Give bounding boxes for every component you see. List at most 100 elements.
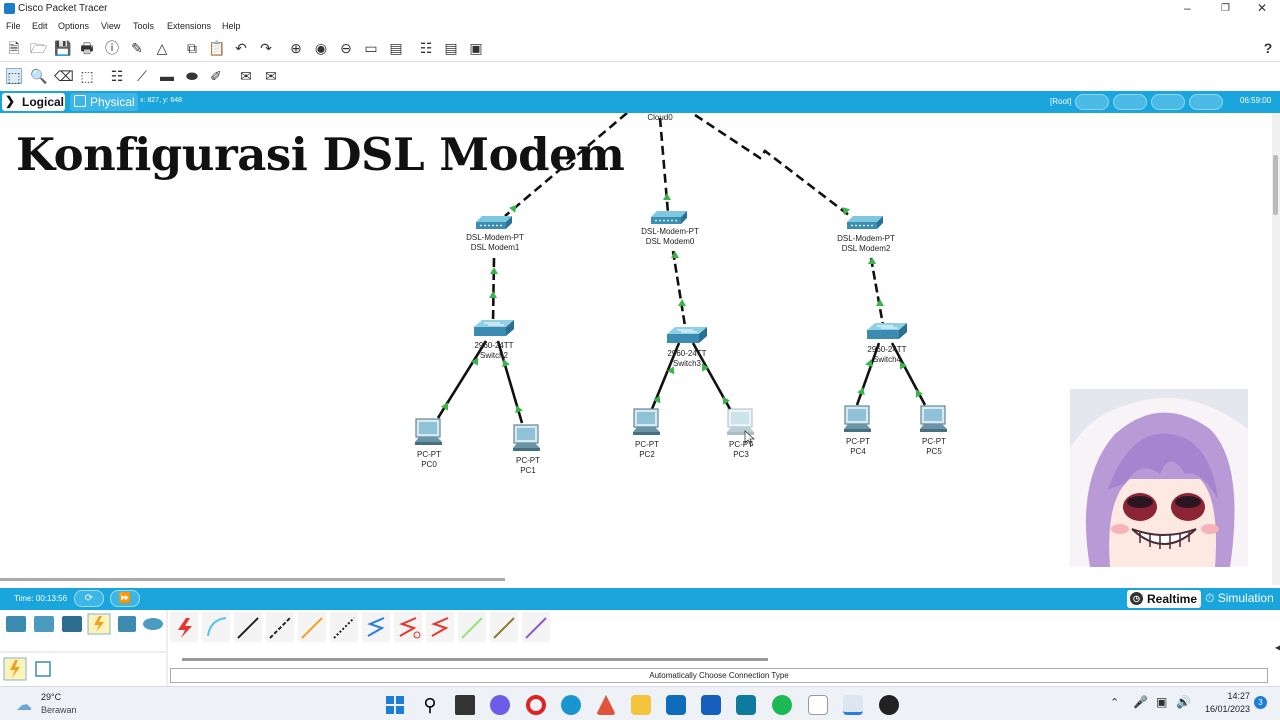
console-cable-icon[interactable] <box>202 612 230 642</box>
dsl-modem1-icon[interactable] <box>476 216 512 229</box>
copy-icon[interactable]: ⧉ <box>184 40 200 56</box>
menu-help[interactable]: Help <box>222 21 241 31</box>
edge-icon[interactable] <box>561 695 581 715</box>
open-folder-icon[interactable]: 🗁 <box>30 40 47 56</box>
grid-view-icon[interactable] <box>35 661 51 677</box>
draw-line-icon[interactable]: ⟋ <box>134 68 150 84</box>
link-modem0-switch3[interactable] <box>671 250 687 327</box>
simple-pdu-icon[interactable]: ✉ <box>238 68 254 84</box>
pc1-icon[interactable] <box>512 424 541 452</box>
undo-icon[interactable]: ↶ <box>233 40 249 56</box>
simulation-mode-button[interactable]: ⏱ Simulation <box>1205 591 1274 606</box>
taskbar-time[interactable]: 14:27 <box>1200 691 1250 701</box>
chat-icon[interactable] <box>490 695 510 715</box>
store-icon[interactable] <box>736 695 756 715</box>
router-icon[interactable]: ▤ <box>443 40 459 56</box>
cluster-icon[interactable] <box>1113 94 1147 110</box>
network-info-icon[interactable]: △ <box>154 40 170 56</box>
power-cycle-icon[interactable]: ⟳ <box>74 590 104 607</box>
network-devices-icon[interactable] <box>6 616 26 632</box>
horizontal-scroll-thumb[interactable] <box>0 578 505 581</box>
notification-icon[interactable]: 3 <box>1254 696 1267 709</box>
draw-rect-icon[interactable]: ▬ <box>159 68 175 84</box>
task-view-icon[interactable] <box>455 695 475 715</box>
tab-physical[interactable]: Physical <box>70 93 138 111</box>
inspect-icon[interactable]: 🔍 <box>30 68 47 84</box>
resize-icon[interactable]: ⬚ <box>79 68 95 84</box>
word-icon[interactable] <box>701 695 721 715</box>
spotify-icon[interactable] <box>772 695 792 715</box>
panel-arrow-icon[interactable]: ◀ <box>1275 643 1280 652</box>
tab-logical[interactable]: ❯ Logical <box>2 93 65 111</box>
end-devices-icon[interactable] <box>34 616 54 632</box>
dsl-modem2-icon[interactable] <box>847 216 883 229</box>
app-triangle-icon[interactable] <box>596 695 616 715</box>
picture-icon[interactable]: ▣ <box>468 40 484 56</box>
document-icon[interactable] <box>808 695 828 715</box>
file-explorer-icon[interactable] <box>631 695 651 715</box>
menu-file[interactable]: File <box>6 21 21 31</box>
menu-view[interactable]: View <box>101 21 120 31</box>
pc5-icon[interactable] <box>919 405 948 433</box>
pc2-icon[interactable] <box>632 408 661 436</box>
custom-device-icon[interactable]: ▤ <box>388 40 404 56</box>
redo-icon[interactable]: ↷ <box>258 40 274 56</box>
print-icon[interactable]: 🖶 <box>79 40 95 56</box>
zoom-reset-icon[interactable]: ◉ <box>313 40 329 56</box>
switch4-icon[interactable] <box>866 322 908 340</box>
paste-icon[interactable]: 📋 <box>208 40 225 56</box>
background-image-icon[interactable] <box>1189 94 1223 110</box>
pc4-icon[interactable] <box>843 405 872 433</box>
weather-cloud-icon[interactable]: ☁ <box>16 695 32 715</box>
mail-icon[interactable] <box>666 695 686 715</box>
new-file-icon[interactable]: 🗎 <box>6 40 22 56</box>
network-icon[interactable]: ▣ <box>1156 695 1167 709</box>
opera-icon[interactable] <box>526 695 546 715</box>
search-icon[interactable]: ⚲ <box>420 695 440 715</box>
realtime-mode-button[interactable]: ◷ Realtime <box>1127 590 1201 608</box>
place-note-icon[interactable]: ☷ <box>109 68 125 84</box>
link-cloud-modem2[interactable] <box>694 113 851 218</box>
pc3-icon[interactable] <box>726 408 755 436</box>
root-label[interactable]: [Root] <box>1050 97 1071 106</box>
menu-options[interactable]: Options <box>58 21 89 31</box>
wizard-icon[interactable]: ✎ <box>129 40 145 56</box>
components-icon[interactable] <box>62 616 82 632</box>
close-icon[interactable]: ✕ <box>1257 1 1267 15</box>
freeform-icon[interactable]: ✐ <box>208 68 224 84</box>
dsl-modem0-icon[interactable] <box>651 211 687 224</box>
taskbar-date[interactable]: 16/01/2023 <box>1196 704 1250 714</box>
delete-icon[interactable]: ⌫ <box>54 68 74 84</box>
menu-extensions[interactable]: Extensions <box>167 21 211 31</box>
menu-edit[interactable]: Edit <box>32 21 48 31</box>
pc0-icon[interactable] <box>414 418 443 446</box>
packet-tracer-taskbar-icon[interactable] <box>843 695 863 715</box>
switch3-icon[interactable] <box>666 326 708 344</box>
misc-icon[interactable] <box>118 616 136 632</box>
tray-chevron-icon[interactable]: ⌃ <box>1110 696 1119 709</box>
complex-pdu-icon[interactable]: ✉ <box>263 68 279 84</box>
save-icon[interactable]: 💾 <box>54 40 71 56</box>
weather-desc[interactable]: Berawan <box>41 705 77 715</box>
minimize-icon[interactable]: – <box>1184 1 1191 15</box>
back-button[interactable] <box>1075 94 1109 110</box>
fast-forward-icon[interactable]: ⏩ <box>110 590 140 607</box>
multiuser-icon[interactable] <box>143 618 163 630</box>
weather-temp[interactable]: 29°C <box>41 692 61 702</box>
info-icon[interactable]: ⓘ <box>104 40 120 56</box>
zoom-out-icon[interactable]: ⊖ <box>338 40 354 56</box>
select-icon[interactable]: ⬚ <box>6 68 22 85</box>
vertical-scroll-thumb[interactable] <box>1273 155 1278 215</box>
link-modem2-switch4[interactable] <box>869 257 885 326</box>
help-icon[interactable]: ? <box>1260 40 1276 56</box>
switch2-icon[interactable] <box>473 319 515 337</box>
zoom-in-icon[interactable]: ⊕ <box>288 40 304 56</box>
palette-icon[interactable]: ▭ <box>363 40 379 56</box>
volume-icon[interactable]: 🔊 <box>1176 695 1191 709</box>
menu-tools[interactable]: Tools <box>133 21 154 31</box>
start-icon[interactable] <box>385 695 405 715</box>
viewport-icon[interactable] <box>1151 94 1185 110</box>
obs-icon[interactable] <box>879 695 899 715</box>
microphone-icon[interactable]: 🎤 <box>1133 695 1148 709</box>
cable-panel-scrollbar[interactable] <box>182 658 768 661</box>
